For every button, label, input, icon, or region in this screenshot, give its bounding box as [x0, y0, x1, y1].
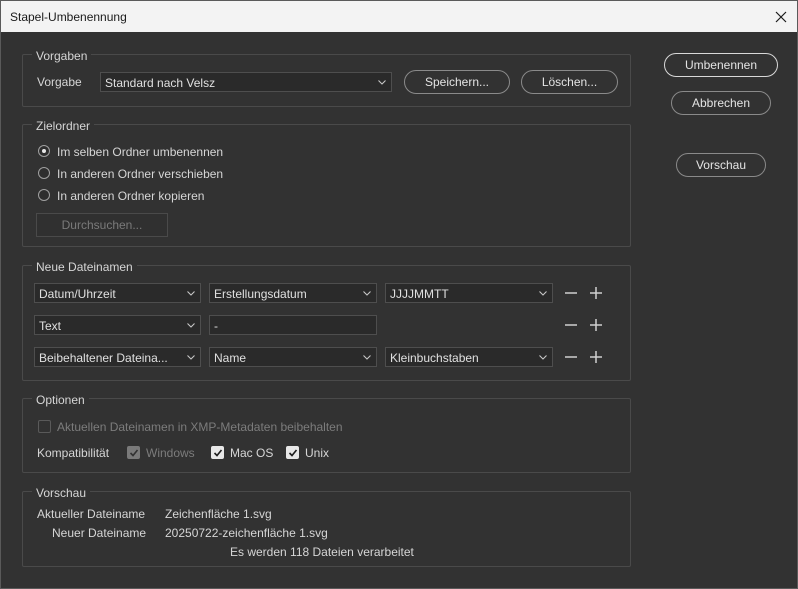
close-button[interactable] [765, 1, 797, 32]
destination-group-label: Zielordner [32, 119, 95, 133]
windows-label: Windows [146, 446, 195, 460]
preview-group-label: Vorschau [32, 486, 91, 500]
chevron-down-icon [363, 355, 371, 360]
unix-checkbox[interactable] [286, 446, 299, 459]
new-filename-label: Neuer Dateiname [52, 526, 147, 540]
xmp-checkbox-label: Aktuellen Dateinamen in XMP-Metadaten be… [57, 420, 343, 434]
row3-plus-icon[interactable] [589, 350, 603, 364]
rename-button[interactable]: Umbenennen [664, 53, 778, 77]
macos-label: Mac OS [230, 446, 274, 460]
save-preset-button[interactable]: Speichern... [404, 70, 510, 94]
title-bar: Stapel-Umbenennung [1, 1, 797, 32]
checkmark-icon [129, 449, 139, 457]
new-filename-value: 20250722-zeichenfläche 1.svg [165, 526, 328, 540]
macos-checkbox[interactable] [211, 446, 224, 459]
checkmark-icon [288, 449, 298, 457]
xmp-checkbox[interactable] [38, 420, 51, 433]
row1-plus-icon[interactable] [589, 286, 603, 300]
preset-label: Vorgabe [37, 75, 82, 89]
preset-select-value: Standard nach Velsz [105, 76, 216, 90]
radio-copy-folder-label[interactable]: In anderen Ordner kopieren [57, 189, 204, 203]
chevron-down-icon [539, 291, 547, 296]
windows-checkbox[interactable] [127, 446, 140, 459]
browse-button[interactable]: Durchsuchen... [36, 213, 168, 237]
options-group-label: Optionen [32, 393, 89, 407]
row1-minus-icon[interactable] [564, 286, 578, 300]
current-filename-label: Aktueller Dateiname [37, 507, 146, 521]
row1-type-select[interactable]: Datum/Uhrzeit [34, 283, 201, 303]
row1-source-select[interactable]: Erstellungsdatum [209, 283, 377, 303]
radio-copy-folder[interactable] [38, 189, 50, 201]
row1-format-select[interactable]: JJJJMMTT [385, 283, 553, 303]
preview-button[interactable]: Vorschau [676, 153, 766, 177]
row3-minus-icon[interactable] [564, 350, 578, 364]
new-filenames-group-label: Neue Dateinamen [32, 260, 137, 274]
options-group [22, 398, 631, 473]
row3-type-select[interactable]: Beibehaltener Dateina... [34, 347, 201, 367]
chevron-down-icon [187, 291, 195, 296]
checkmark-icon [213, 449, 223, 457]
chevron-down-icon [187, 323, 195, 328]
row2-type-select[interactable]: Text [34, 315, 201, 335]
radio-move-folder-label[interactable]: In anderen Ordner verschieben [57, 167, 223, 181]
presets-group-label: Vorgaben [32, 49, 92, 63]
row2-text-input[interactable]: - [209, 315, 377, 335]
chevron-down-icon [187, 355, 195, 360]
radio-same-folder-label[interactable]: Im selben Ordner umbenennen [57, 145, 223, 159]
chevron-down-icon [363, 291, 371, 296]
delete-preset-button[interactable]: Löschen... [521, 70, 618, 94]
close-icon [775, 11, 787, 22]
chevron-down-icon [539, 355, 547, 360]
radio-move-folder[interactable] [38, 167, 50, 179]
compat-label: Kompatibilität [37, 446, 110, 460]
preset-select[interactable]: Standard nach Velsz [100, 72, 392, 92]
cancel-button[interactable]: Abbrechen [671, 91, 771, 115]
unix-label: Unix [305, 446, 330, 460]
batch-rename-dialog: Stapel-Umbenennung Vorgaben Vorgabe Stan… [0, 0, 798, 589]
current-filename-value: Zeichenfläche 1.svg [165, 507, 272, 521]
row2-plus-icon[interactable] [589, 318, 603, 332]
radio-same-folder[interactable] [38, 145, 50, 157]
window-title: Stapel-Umbenennung [10, 10, 127, 24]
row3-source-select[interactable]: Name [209, 347, 377, 367]
row2-minus-icon[interactable] [564, 318, 578, 332]
chevron-down-icon [378, 80, 386, 85]
files-processed-summary: Es werden 118 Dateien verarbeitet [230, 545, 414, 559]
row3-format-select[interactable]: Kleinbuchstaben [385, 347, 553, 367]
